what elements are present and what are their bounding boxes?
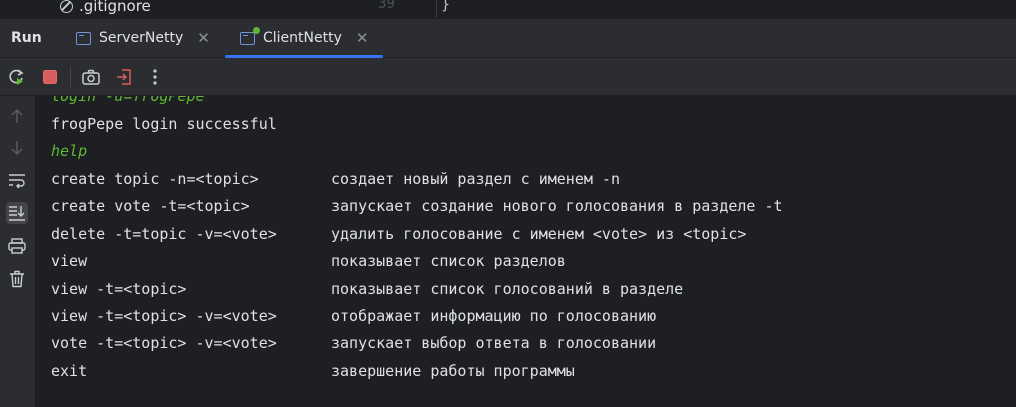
console-input-line: login -u=frogPepe [51,96,205,105]
help-command: create vote -t=<topic> [51,197,250,215]
help-row: exit завершение работы программы [51,361,575,381]
line-number: 39 [378,0,395,12]
tab-label: ClientNetty [263,30,342,46]
help-row: create topic -n=<topic> создает новый раз… [51,169,620,189]
toolbar-separator [70,67,71,87]
help-description: создает новый раздел с именем -n [331,170,620,188]
help-description: отображает информацию по голосованию [331,307,657,325]
trash-icon[interactable] [6,268,28,290]
close-icon[interactable]: ✕ [197,29,210,47]
help-row: view -t=<topic> -v=<vote> отображает инфо… [51,306,656,326]
run-toolbar [0,58,1016,96]
print-icon[interactable] [6,235,28,257]
camera-icon[interactable] [81,67,101,87]
help-command: delete -t=topic -v=<vote> [51,225,277,243]
console-input-line: help [51,142,88,160]
help-row: create vote -t=<topic> запускает создание… [51,196,783,216]
stop-icon[interactable] [40,67,60,87]
help-command: view -t=<topic> -v=<vote> [51,307,277,325]
help-command: view [51,252,88,270]
help-row: delete -t=topic -v=<vote> удалить голосов… [51,224,746,244]
help-description: показывает список разделов [331,252,566,270]
code-line: } [441,0,451,13]
help-command: create topic -n=<topic> [51,170,259,188]
help-description: удалить голосование с именем <vote> из <… [331,225,747,243]
help-command: exit [51,362,88,380]
file-name: .gitignore [79,0,151,15]
help-row: view показывает список разделов [51,251,566,271]
help-row: view -t=<topic> показывает список голосов… [51,279,683,299]
console-sidebar [0,96,36,407]
editor-strip: .gitignore 39 } [0,0,1016,18]
tab-clientnetty[interactable]: ClientNetty ✕ [240,19,368,57]
console-output[interactable]: login -u=frogPepe frogPepe login success… [36,96,1016,407]
arrow-up-icon[interactable] [6,105,28,127]
soft-wrap-icon[interactable] [6,170,28,192]
exit-icon[interactable] [114,67,134,87]
help-description: завершение работы программы [331,362,575,380]
tab-servernetty[interactable]: ServerNetty ✕ [76,19,210,57]
help-row: vote -t=<topic> -v=<vote> запускает выбор… [51,333,656,353]
help-description: запускает создание нового голосования в … [331,197,783,215]
scroll-to-end-icon[interactable] [6,202,28,224]
file-tree-item[interactable]: .gitignore [60,0,151,15]
help-command: vote -t=<topic> -v=<vote> [51,334,277,352]
console-line: frogPepe login successful [51,115,277,133]
ignored-file-icon [60,0,73,13]
help-description: показывает список голосований в разделе [331,280,684,298]
tab-label: ServerNetty [99,30,184,46]
rerun-icon[interactable] [6,67,26,87]
application-icon [76,31,91,45]
help-description: запускает выбор ответа в голосовании [331,334,657,352]
more-icon[interactable] [145,67,165,87]
run-title: Run [11,30,42,46]
application-running-icon [240,26,260,45]
arrow-down-icon[interactable] [6,137,28,159]
line-gutter [366,0,437,18]
close-icon[interactable]: ✕ [356,29,369,47]
help-command: view -t=<topic> [51,280,187,298]
run-tool-window-header: Run ServerNetty ✕ ClientNetty ✕ [0,18,1016,58]
